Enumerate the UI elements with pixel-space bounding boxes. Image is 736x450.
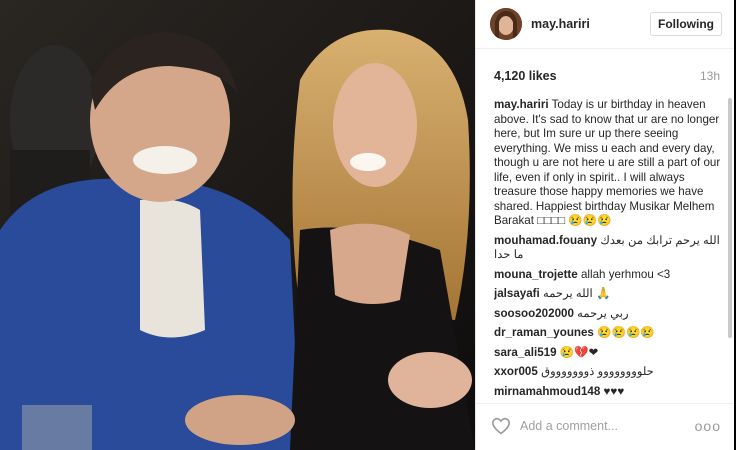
heart-outline-icon[interactable]	[491, 417, 511, 435]
comment-item: sara_ali519 😢💔❤	[494, 346, 727, 361]
comment-username[interactable]: dr_raman_younes	[494, 326, 594, 339]
comment-item: jalsayafi الله يرحمه 🙏	[494, 287, 727, 302]
comment-username[interactable]: soosoo202000	[494, 307, 574, 320]
following-button[interactable]: Following	[650, 12, 722, 36]
user-avatar[interactable]	[490, 8, 522, 40]
more-options-icon[interactable]: ooo	[695, 418, 721, 434]
post-stats: 4,120 likes 13h	[494, 69, 720, 85]
comment-bar: ooo	[476, 403, 735, 450]
caption-text: Today is ur birthday in heaven above. It…	[494, 98, 721, 227]
comment-username[interactable]: mouna_trojette	[494, 268, 578, 281]
post-photo[interactable]	[0, 0, 475, 450]
comment-username[interactable]: mouhamad.fouany	[494, 234, 597, 247]
comment-text: 😢😢😢😢	[597, 326, 655, 339]
post-username[interactable]: may.hariri	[531, 17, 590, 31]
comment-username[interactable]: jalsayafi	[494, 287, 540, 300]
comment-username[interactable]: xxor005	[494, 365, 538, 378]
comment-text: ♥♥♥	[603, 384, 625, 398]
comment-text: 😢💔❤	[559, 345, 599, 359]
comment-item: mouna_trojette allah yerhmou <3	[494, 268, 727, 283]
comment-text: allah yerhmou <3	[580, 267, 671, 281]
post-timestamp[interactable]: 13h	[700, 69, 720, 83]
comment-text: الله يرحمه 🙏	[543, 287, 611, 300]
post-details-panel: may.hariri Following 4,120 likes 13h may…	[475, 0, 735, 450]
comments-list[interactable]: may.hariri Today is ur birthday in heave…	[494, 98, 727, 398]
comments-scrollbar[interactable]	[728, 98, 732, 338]
post-header: may.hariri Following	[476, 0, 735, 49]
comment-username[interactable]: sara_ali519	[494, 346, 557, 359]
likes-count[interactable]: 4,120 likes	[494, 69, 557, 83]
instagram-post-viewer: may.hariri Following 4,120 likes 13h may…	[0, 0, 736, 450]
comment-text: حلوووووووو ذوووووووق	[541, 365, 654, 378]
comment-item: mouhamad.fouany الله يرحم ترابك من بعدك …	[494, 234, 727, 263]
photo-illustration	[0, 0, 475, 450]
comment-item: mirnamahmoud148 ♥♥♥	[494, 385, 727, 399]
comment-item: xxor005 حلوووووووو ذوووووووق	[494, 365, 727, 380]
avatar-image	[490, 8, 522, 40]
add-comment-input[interactable]	[520, 417, 690, 435]
comment-username[interactable]: mirnamahmoud148	[494, 385, 600, 398]
post-caption: may.hariri Today is ur birthday in heave…	[494, 98, 727, 229]
comment-text: ربي يرحمه	[577, 306, 629, 320]
comment-item: soosoo202000 ربي يرحمه	[494, 307, 727, 322]
caption-username[interactable]: may.hariri	[494, 98, 549, 111]
comment-item: dr_raman_younes 😢😢😢😢	[494, 326, 727, 341]
